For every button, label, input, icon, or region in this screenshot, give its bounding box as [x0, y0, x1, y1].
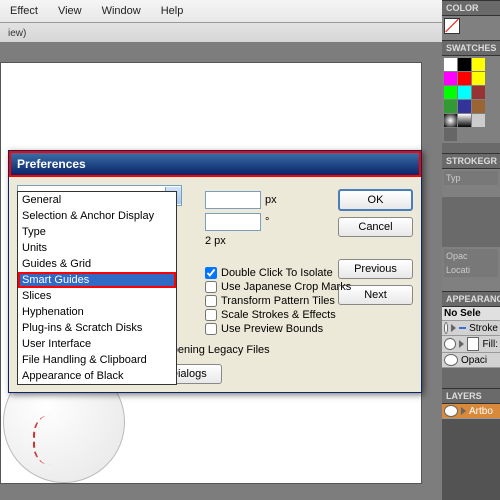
jpcrop-checkbox[interactable]	[205, 281, 217, 293]
fill-label: Fill:	[482, 339, 498, 350]
swatch[interactable]	[444, 128, 457, 141]
right-panels: COLOR SWATCHES STROKEGR Typ Opac Locati …	[442, 0, 500, 500]
appearance-panel-header[interactable]: APPEARANCE	[442, 291, 500, 307]
layers-panel-header[interactable]: LAYERS	[442, 388, 500, 404]
dropdown-item-filehandling[interactable]: File Handling & Clipboard	[18, 352, 176, 368]
swatch[interactable]	[472, 58, 485, 71]
dropdown-item-type[interactable]: Type	[18, 224, 176, 240]
swatch[interactable]	[444, 100, 457, 113]
type-label: Typ	[444, 171, 498, 185]
triangle-icon[interactable]	[459, 340, 464, 348]
color-panel	[442, 16, 500, 40]
swatch[interactable]	[472, 86, 485, 99]
eye-icon[interactable]	[444, 354, 458, 366]
document-tab-bar: iew)	[0, 23, 500, 44]
appearance-panel: No Sele Stroke Fill: Opaci	[442, 307, 500, 368]
menu-view[interactable]: View	[48, 2, 92, 20]
transform-label: Transform Pattern Tiles	[221, 295, 335, 307]
opacity-label: Opac	[444, 249, 498, 263]
scale-label: Scale Strokes & Effects	[221, 309, 336, 321]
menu-effect[interactable]: Effect	[0, 2, 48, 20]
dropdown-item-hyphenation[interactable]: Hyphenation	[18, 304, 176, 320]
swatch[interactable]	[458, 114, 471, 127]
fill-preview	[467, 337, 479, 351]
dropdown-item-slices[interactable]: Slices	[18, 288, 176, 304]
dropdown-item-selection[interactable]: Selection & Anchor Display	[18, 208, 176, 224]
menu-help[interactable]: Help	[151, 2, 194, 20]
corner-radius-input[interactable]	[205, 213, 261, 231]
opacity-row-label: Opaci	[461, 355, 487, 366]
swatch[interactable]	[458, 86, 471, 99]
color-panel-header[interactable]: COLOR	[442, 0, 500, 16]
dropdown-item-smartguides[interactable]: Smart Guides	[18, 272, 176, 288]
dropdown-item-ui[interactable]: User Interface	[18, 336, 176, 352]
layer-name[interactable]: Artbo	[469, 406, 493, 417]
transform-checkbox[interactable]	[205, 295, 217, 307]
swatch[interactable]	[458, 100, 471, 113]
dropdown-item-plugins[interactable]: Plug-ins & Scratch Disks	[18, 320, 176, 336]
fill-swatch[interactable]	[444, 18, 460, 34]
stroke-panel-header[interactable]: STROKEGR	[442, 153, 500, 169]
swatch[interactable]	[472, 114, 485, 127]
previewbounds-checkbox[interactable]	[205, 323, 217, 335]
eye-icon[interactable]	[444, 338, 456, 350]
dropdown-item-general[interactable]: General	[18, 192, 176, 208]
swatch[interactable]	[444, 114, 457, 127]
jpcrop-label: Use Japanese Crop Marks	[221, 281, 351, 293]
scale-checkbox[interactable]	[205, 309, 217, 321]
gradient-panel: Opac Locati	[442, 247, 500, 291]
layers-panel: Artbo	[442, 404, 500, 419]
swatch[interactable]	[444, 58, 457, 71]
keyboard-increment-input[interactable]	[205, 191, 261, 209]
stroke-label: Stroke	[469, 323, 498, 334]
snap-label: 2 px	[205, 235, 226, 247]
dropdown-item-black[interactable]: Appearance of Black	[18, 368, 176, 384]
swatch[interactable]	[472, 100, 485, 113]
swatches-panel	[442, 56, 500, 143]
location-label: Locati	[444, 263, 498, 277]
swatches-panel-header[interactable]: SWATCHES	[442, 40, 500, 56]
eye-icon[interactable]	[444, 405, 458, 417]
swatch[interactable]	[458, 72, 471, 85]
swatch[interactable]	[472, 72, 485, 85]
category-dropdown-list[interactable]: General Selection & Anchor Display Type …	[17, 191, 177, 385]
dblclick-label: Double Click To Isolate	[221, 267, 333, 279]
stroke-panel: Typ	[442, 169, 500, 197]
triangle-icon[interactable]	[451, 324, 456, 332]
dropdown-item-guides[interactable]: Guides & Grid	[18, 256, 176, 272]
swatch[interactable]	[444, 72, 457, 85]
unit-label: px	[265, 194, 277, 206]
menu-window[interactable]: Window	[92, 2, 151, 20]
triangle-icon[interactable]	[461, 407, 466, 415]
dialog-title: Preferences	[9, 151, 421, 177]
document-tab[interactable]: iew)	[2, 26, 32, 41]
swatch[interactable]	[444, 86, 457, 99]
baseball-stitches	[33, 415, 75, 465]
stroke-preview	[459, 327, 466, 329]
eye-icon[interactable]	[444, 322, 448, 334]
dblclick-checkbox[interactable]	[205, 267, 217, 279]
no-selection-label: No Sele	[444, 308, 481, 319]
dropdown-item-units[interactable]: Units	[18, 240, 176, 256]
menu-bar: Effect View Window Help	[0, 0, 500, 23]
previewbounds-label: Use Preview Bounds	[221, 323, 323, 335]
swatch[interactable]	[458, 58, 471, 71]
